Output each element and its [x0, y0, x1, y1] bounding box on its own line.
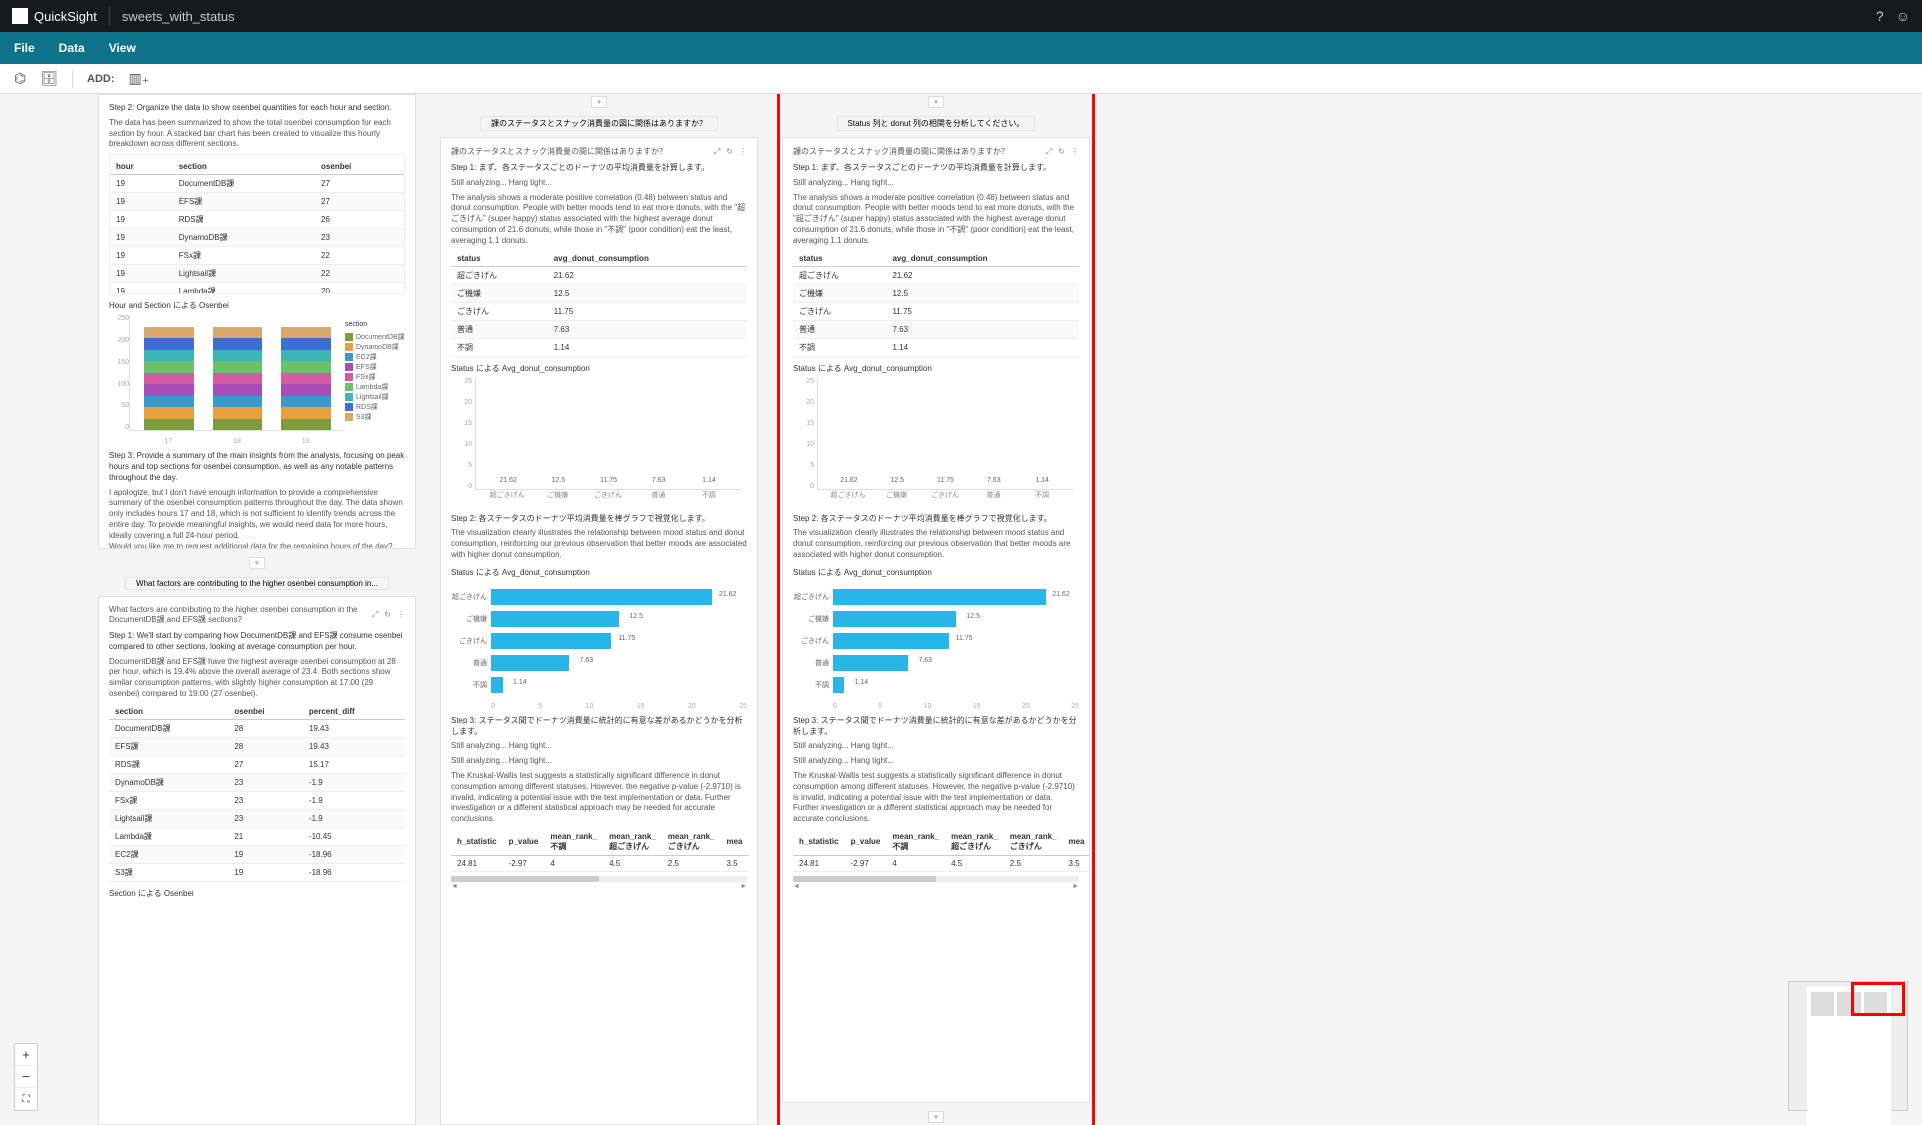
step-heading: Step 1: We'll start by comparing how Doc… — [109, 631, 405, 653]
stacked-bar-chart: 250200150100500 171819 section DocumentD… — [109, 315, 405, 445]
panel-col-right-highlighted: + Status 列と donut 列の相関を分析してください。 課のステータス… — [777, 94, 1095, 1125]
zoom-in-button[interactable]: + — [15, 1044, 37, 1066]
card-status-analysis-b: 課のステータスとスナック消費量の間に関係はありますか？ ⤢ ↻ ⋮ Step 1: … — [782, 137, 1090, 1103]
card-tab[interactable]: 課のステータスとスナック消費量の図に関係はありますか？ — [480, 116, 718, 131]
horizontal-bar-chart: 超ごきげん21.62ご機嫌12.5ごきげん11.75普通7.63不調1.14 0… — [793, 582, 1079, 710]
chart-title: Hour and Section による Osenbei — [109, 300, 405, 311]
canvas[interactable]: Step 2: Organize the data to show osenbe… — [0, 94, 1922, 1125]
step-heading: Step 1: まず、各ステータスごとのドーナツの平均消費量を計算します。 — [451, 163, 747, 174]
status-table: statusavg_donut_consumption超ごきげん21.62ご機嫌… — [451, 251, 747, 357]
status-table: statusavg_donut_consumption超ごきげん21.62ご機嫌… — [793, 251, 1079, 357]
step-heading: Step 2: 各ステータスのドーナツ平均消費量を棒グラフで視覚化します。 — [451, 514, 747, 525]
quicksight-logo-icon — [12, 8, 28, 24]
minimap-viewport[interactable] — [1851, 982, 1905, 1016]
add-card-button[interactable]: + — [928, 96, 944, 108]
expand-icon[interactable]: ⤢ — [372, 610, 378, 620]
card-osenbei-factors: What factors are contributing to the hig… — [98, 596, 416, 1125]
more-icon[interactable]: ⋮ — [397, 610, 405, 620]
step-heading: Step 3: ステータス間でドーナツ消費量に統計的に有意な差があるかどうかを分… — [451, 716, 747, 738]
card-osenbei-analysis: Step 2: Organize the data to show osenbe… — [98, 94, 416, 549]
step-body: I apologize, but I don't have enough inf… — [109, 488, 405, 549]
stats-table: h_statisticp_valuemean_rank_不調mean_rank_… — [793, 829, 1090, 872]
refresh-icon[interactable]: ↻ — [384, 610, 391, 620]
toolbar: ⌬ 🗄 ADD: ▥₊ — [0, 64, 1922, 94]
zoom-controls: + − ⛶ — [14, 1043, 38, 1111]
refresh-icon[interactable]: ↻ — [726, 147, 733, 157]
add-card-button[interactable]: + — [928, 1111, 944, 1123]
stats-table: h_statisticp_valuemean_rank_不調mean_rank_… — [451, 829, 749, 872]
expand-icon[interactable]: ⤢ — [1046, 147, 1052, 157]
step-heading: Step 1: まず、各ステータスごとのドーナツの平均消費量を計算します。 — [793, 163, 1079, 174]
factors-table: sectionosenbeipercent_diffDocumentDB課281… — [109, 704, 405, 882]
menu-file[interactable]: File — [14, 41, 35, 55]
more-icon[interactable]: ⋮ — [1071, 147, 1079, 157]
help-icon[interactable]: ? — [1876, 8, 1884, 24]
card-tab[interactable]: Status 列と donut 列の相関を分析してください。 — [837, 116, 1036, 131]
expand-icon[interactable]: ⤢ — [714, 147, 720, 157]
step-body: The data has been summarized to show the… — [109, 118, 405, 150]
step-body: DocumentDB課 and EFS課 have the highest av… — [109, 657, 405, 700]
divider — [109, 7, 110, 25]
menubar: File Data View — [0, 32, 1922, 64]
separator — [72, 70, 73, 88]
add-visual-icon[interactable]: ▥₊ — [129, 70, 150, 87]
user-icon[interactable]: ☺ — [1896, 8, 1910, 24]
panel-col-left: Step 2: Organize the data to show osenbe… — [98, 94, 416, 1125]
minimap[interactable] — [1788, 981, 1908, 1111]
add-label: ADD: — [87, 73, 115, 85]
step-heading: Step 3: ステータス間でドーナツ消費量に統計的に有意な差があるかどうかを分… — [793, 716, 1079, 738]
horizontal-scrollbar[interactable] — [451, 876, 747, 882]
card-question: 課のステータスとスナック消費量の間に関係はありますか？ — [793, 146, 1046, 157]
chart-title: Section による Osenbei — [109, 888, 405, 899]
menu-data[interactable]: Data — [59, 41, 85, 55]
app-name: QuickSight — [34, 9, 97, 24]
refresh-icon[interactable]: ↻ — [1058, 147, 1065, 157]
zoom-out-button[interactable]: − — [15, 1066, 37, 1088]
vertical-bar-chart: 2520151050 21.6212.511.757.631.14 超ごきげんご… — [793, 378, 1079, 508]
fit-button[interactable]: ⛶ — [15, 1088, 37, 1110]
horizontal-scrollbar[interactable] — [793, 876, 1079, 882]
add-card-button[interactable]: + — [591, 96, 607, 108]
app-header: QuickSight sweets_with_status ? ☺ — [0, 0, 1922, 32]
card-question: What factors are contributing to the hig… — [109, 605, 372, 625]
card-question: 課のステータスとスナック消費量の間に関係はありますか？ — [451, 146, 714, 157]
database-icon[interactable]: 🗄 — [40, 70, 58, 87]
menu-view[interactable]: View — [109, 41, 136, 55]
app-logo: QuickSight — [12, 8, 97, 24]
add-card-button[interactable]: + — [249, 557, 265, 569]
hierarchy-icon[interactable]: ⌬ — [14, 70, 26, 87]
card-tab[interactable]: What factors are contributing to the hig… — [125, 577, 389, 590]
more-icon[interactable]: ⋮ — [739, 147, 747, 157]
chart-legend: section DocumentDB課DynamoDB課EC2課EFS課FSx課… — [345, 315, 405, 445]
legend-title: section — [345, 321, 405, 328]
step-heading: Step 2: Organize the data to show osenbe… — [109, 103, 405, 114]
step-heading: Step 2: 各ステータスのドーナツ平均消費量を棒グラフで視覚化します。 — [793, 514, 1079, 525]
osenbei-table[interactable]: hoursectionosenbei19DocumentDB課2719EFS課2… — [109, 154, 405, 294]
card-status-analysis: 課のステータスとスナック消費量の間に関係はありますか？ ⤢ ↻ ⋮ Step 1: … — [440, 137, 758, 1125]
document-title: sweets_with_status — [122, 9, 235, 24]
vertical-bar-chart: 2520151050 21.6212.511.757.631.14 超ごきげんご… — [451, 378, 747, 508]
step-heading: Step 3: Provide a summary of the main in… — [109, 451, 405, 483]
horizontal-bar-chart: 超ごきげん21.62ご機嫌12.5ごきげん11.75普通7.63不調1.14 0… — [451, 582, 747, 710]
panel-col-middle: + 課のステータスとスナック消費量の図に関係はありますか？ 課のステータスとスナ… — [440, 94, 758, 1125]
